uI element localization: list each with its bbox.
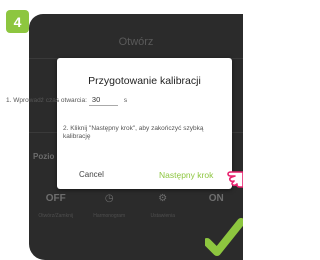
time-unit: s bbox=[123, 96, 128, 104]
bottom-nav-label: Ustawienia bbox=[150, 213, 175, 219]
step2-text: 2. Kliknij "Następny krok", aby zakończy… bbox=[63, 125, 204, 140]
clock-icon: ◷ bbox=[104, 193, 114, 204]
checkmark-icon bbox=[205, 218, 243, 256]
dialog-title: Przygotowanie kalibracji bbox=[88, 75, 201, 87]
power-off-icon: OFF bbox=[45, 193, 66, 204]
gear-icon: ⚙ bbox=[158, 193, 168, 204]
bottom-nav-settings[interactable]: ⚙ Ustawienia bbox=[139, 191, 187, 219]
cancel-button[interactable]: Cancel bbox=[79, 170, 104, 179]
bottom-nav-label: Harmonogram bbox=[93, 213, 126, 219]
next-step-button[interactable]: Następny krok bbox=[159, 170, 213, 180]
step-number-badge: 4 bbox=[6, 10, 29, 33]
background-label: Pozio bbox=[33, 152, 55, 161]
bottom-nav-schedule[interactable]: ◷ Harmonogram bbox=[85, 191, 133, 219]
power-on-icon: ON bbox=[208, 193, 224, 204]
step1-row: 1. Wprowadź czas otwarcia: s bbox=[6, 94, 127, 106]
step1-label: 1. Wprowadź czas otwarcia: bbox=[6, 96, 87, 104]
bottom-nav-off[interactable]: OFF Otwórz/Zamknij bbox=[32, 191, 80, 219]
pointing-hand-icon bbox=[227, 171, 243, 188]
opening-time-input[interactable] bbox=[88, 94, 118, 106]
bottom-nav-on[interactable]: ON bbox=[192, 191, 240, 213]
background-title: Otwórz bbox=[118, 36, 154, 48]
bottom-nav-label: Otwórz/Zamknij bbox=[38, 213, 74, 219]
